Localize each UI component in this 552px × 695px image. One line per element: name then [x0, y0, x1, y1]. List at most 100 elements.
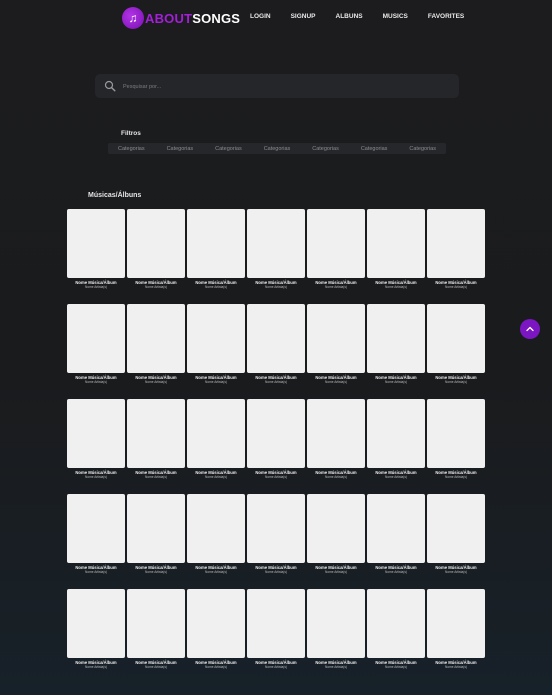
card-artist: Nome Artista(s): [265, 570, 287, 574]
card-artist: Nome Artista(s): [145, 380, 167, 384]
nav-musics[interactable]: MUSICS: [383, 13, 408, 20]
album-cover: [127, 209, 185, 278]
album-cover: [367, 399, 425, 468]
music-card[interactable]: Nome Música/Álbum Nome Artista(s): [367, 209, 425, 289]
music-card[interactable]: Nome Música/Álbum Nome Artista(s): [307, 209, 365, 289]
filter-category[interactable]: Categorias: [409, 146, 436, 152]
music-card[interactable]: Nome Música/Álbum Nome Artista(s): [247, 399, 305, 479]
filter-category[interactable]: Categorias: [361, 146, 388, 152]
nav-albuns[interactable]: ALBUNS: [336, 13, 363, 20]
card-artist: Nome Artista(s): [85, 380, 107, 384]
music-grid: Nome Música/Álbum Nome Artista(s) Nome Mús…: [67, 209, 485, 669]
filter-category[interactable]: Categorias: [118, 146, 145, 152]
card-artist: Nome Artista(s): [445, 665, 467, 669]
card-artist: Nome Artista(s): [145, 285, 167, 289]
album-cover: [367, 304, 425, 373]
album-cover: [187, 209, 245, 278]
music-card[interactable]: Nome Música/Álbum Nome Artista(s): [307, 494, 365, 574]
card-artist: Nome Artista(s): [205, 665, 227, 669]
music-card[interactable]: Nome Música/Álbum Nome Artista(s): [67, 304, 125, 384]
music-card[interactable]: Nome Música/Álbum Nome Artista(s): [307, 304, 365, 384]
card-artist: Nome Artista(s): [265, 285, 287, 289]
music-card[interactable]: Nome Música/Álbum Nome Artista(s): [67, 589, 125, 669]
album-cover: [427, 209, 485, 278]
music-card[interactable]: Nome Música/Álbum Nome Artista(s): [367, 589, 425, 669]
album-cover: [127, 494, 185, 563]
music-card[interactable]: Nome Música/Álbum Nome Artista(s): [427, 209, 485, 289]
logo[interactable]: ♫ ABOUTSONGS: [122, 7, 240, 29]
card-artist: Nome Artista(s): [325, 475, 347, 479]
search-bar: [95, 74, 459, 98]
music-card[interactable]: Nome Música/Álbum Nome Artista(s): [367, 304, 425, 384]
album-cover: [247, 494, 305, 563]
logo-about: ABOUT: [145, 10, 193, 26]
music-card[interactable]: Nome Música/Álbum Nome Artista(s): [127, 209, 185, 289]
music-card[interactable]: Nome Música/Álbum Nome Artista(s): [427, 589, 485, 669]
search-input[interactable]: [121, 78, 445, 96]
card-artist: Nome Artista(s): [445, 475, 467, 479]
card-artist: Nome Artista(s): [325, 570, 347, 574]
album-cover: [127, 304, 185, 373]
main-nav: LOGIN SIGNUP ALBUNS MUSICS FAVORITES: [250, 13, 484, 20]
music-card[interactable]: Nome Música/Álbum Nome Artista(s): [127, 494, 185, 574]
album-cover: [187, 589, 245, 658]
music-card[interactable]: Nome Música/Álbum Nome Artista(s): [127, 399, 185, 479]
album-cover: [247, 304, 305, 373]
album-cover: [307, 209, 365, 278]
card-artist: Nome Artista(s): [325, 285, 347, 289]
album-cover: [247, 589, 305, 658]
album-cover: [127, 589, 185, 658]
album-cover: [427, 304, 485, 373]
card-artist: Nome Artista(s): [205, 285, 227, 289]
scroll-top-button[interactable]: [520, 319, 540, 339]
music-card[interactable]: Nome Música/Álbum Nome Artista(s): [247, 589, 305, 669]
music-card[interactable]: Nome Música/Álbum Nome Artista(s): [247, 209, 305, 289]
music-card[interactable]: Nome Música/Álbum Nome Artista(s): [187, 494, 245, 574]
music-card[interactable]: Nome Música/Álbum Nome Artista(s): [307, 589, 365, 669]
music-card[interactable]: Nome Música/Álbum Nome Artista(s): [367, 494, 425, 574]
music-card[interactable]: Nome Música/Álbum Nome Artista(s): [367, 399, 425, 479]
music-card[interactable]: Nome Música/Álbum Nome Artista(s): [127, 304, 185, 384]
filter-category[interactable]: Categorias: [167, 146, 194, 152]
search-icon: [104, 80, 116, 92]
nav-signup[interactable]: SIGNUP: [291, 13, 316, 20]
album-cover: [67, 589, 125, 658]
music-card[interactable]: Nome Música/Álbum Nome Artista(s): [127, 589, 185, 669]
nav-favorites[interactable]: FAVORITES: [428, 13, 464, 20]
card-artist: Nome Artista(s): [385, 570, 407, 574]
filter-category[interactable]: Categorias: [264, 146, 291, 152]
album-cover: [427, 399, 485, 468]
music-note-icon: ♫: [122, 7, 144, 29]
card-artist: Nome Artista(s): [145, 570, 167, 574]
music-card[interactable]: Nome Música/Álbum Nome Artista(s): [427, 494, 485, 574]
album-cover: [247, 209, 305, 278]
music-card[interactable]: Nome Música/Álbum Nome Artista(s): [67, 399, 125, 479]
card-artist: Nome Artista(s): [85, 285, 107, 289]
music-card[interactable]: Nome Música/Álbum Nome Artista(s): [187, 589, 245, 669]
music-card[interactable]: Nome Música/Álbum Nome Artista(s): [247, 494, 305, 574]
music-card[interactable]: Nome Música/Álbum Nome Artista(s): [427, 304, 485, 384]
card-artist: Nome Artista(s): [145, 665, 167, 669]
album-cover: [187, 494, 245, 563]
album-cover: [187, 304, 245, 373]
music-card[interactable]: Nome Música/Álbum Nome Artista(s): [67, 494, 125, 574]
music-card[interactable]: Nome Música/Álbum Nome Artista(s): [427, 399, 485, 479]
music-card[interactable]: Nome Música/Álbum Nome Artista(s): [187, 304, 245, 384]
card-artist: Nome Artista(s): [385, 380, 407, 384]
album-cover: [427, 589, 485, 658]
music-card[interactable]: Nome Música/Álbum Nome Artista(s): [307, 399, 365, 479]
music-card[interactable]: Nome Música/Álbum Nome Artista(s): [247, 304, 305, 384]
logo-text: ABOUTSONGS: [145, 11, 240, 26]
music-card[interactable]: Nome Música/Álbum Nome Artista(s): [187, 399, 245, 479]
filter-category[interactable]: Categorias: [312, 146, 339, 152]
music-card[interactable]: Nome Música/Álbum Nome Artista(s): [67, 209, 125, 289]
card-artist: Nome Artista(s): [325, 665, 347, 669]
album-cover: [187, 399, 245, 468]
filter-category[interactable]: Categorias: [215, 146, 242, 152]
card-artist: Nome Artista(s): [385, 285, 407, 289]
card-artist: Nome Artista(s): [85, 570, 107, 574]
nav-login[interactable]: LOGIN: [250, 13, 271, 20]
music-card[interactable]: Nome Música/Álbum Nome Artista(s): [187, 209, 245, 289]
album-cover: [307, 304, 365, 373]
card-artist: Nome Artista(s): [265, 380, 287, 384]
